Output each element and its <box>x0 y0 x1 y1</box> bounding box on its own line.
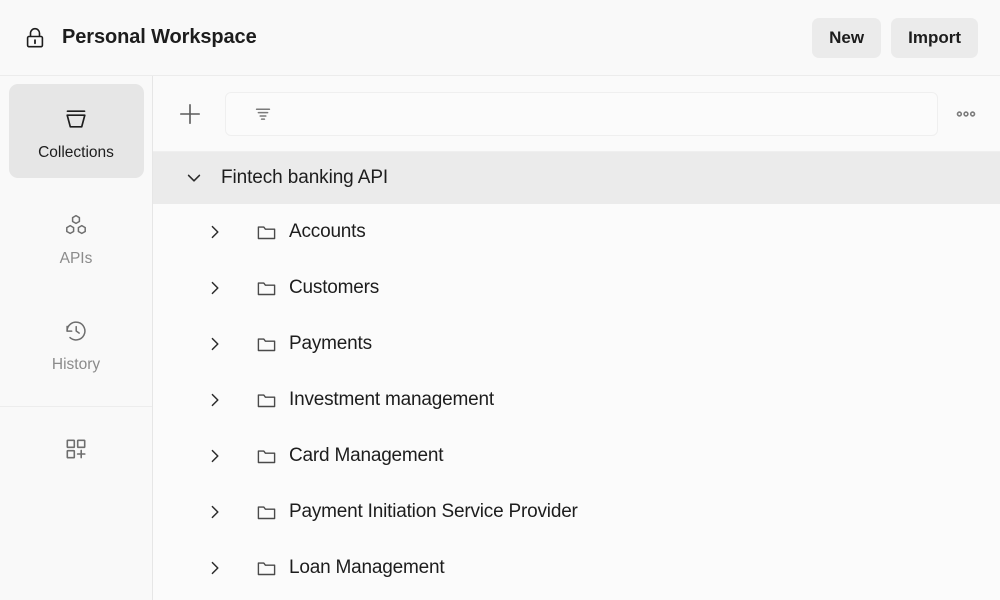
import-button[interactable]: Import <box>891 18 978 58</box>
app-body: Collections APIs <box>0 76 1000 600</box>
grid-plus-icon <box>59 432 93 466</box>
collections-toolbar <box>153 76 1000 152</box>
chevron-right-icon[interactable] <box>205 558 225 578</box>
apis-icon <box>59 208 93 242</box>
folder-icon <box>255 389 277 411</box>
chevron-right-icon[interactable] <box>205 390 225 410</box>
sidebar-item-apis[interactable]: APIs <box>9 190 144 284</box>
collections-icon <box>59 102 93 136</box>
folder-icon <box>255 445 277 467</box>
folder-name: Loan Management <box>289 557 444 579</box>
left-sidebar: Collections APIs <box>0 76 153 600</box>
more-options-icon[interactable] <box>946 95 986 133</box>
sidebar-item-label-history: History <box>52 357 100 373</box>
folder-row-payment-initiation-service-provider[interactable]: Payment Initiation Service Provider <box>153 484 1000 540</box>
sidebar-item-label-apis: APIs <box>60 251 93 267</box>
folder-icon <box>255 557 277 579</box>
folder-icon <box>255 501 277 523</box>
lock-icon <box>22 25 48 51</box>
chevron-right-icon[interactable] <box>205 446 225 466</box>
folder-row-investment-management[interactable]: Investment management <box>153 372 1000 428</box>
folder-row-customers[interactable]: Customers <box>153 260 1000 316</box>
folder-row-payments[interactable]: Payments <box>153 316 1000 372</box>
collection-name: Fintech banking API <box>221 167 388 189</box>
folder-name: Card Management <box>289 445 443 467</box>
folder-name: Customers <box>289 277 379 299</box>
workspace-app: Personal Workspace New Import Collection… <box>0 0 1000 600</box>
collection-row-fintech-banking-api[interactable]: Fintech banking API <box>153 152 1000 204</box>
folder-icon <box>255 333 277 355</box>
sidebar-item-collections[interactable]: Collections <box>9 84 144 178</box>
top-header-bar: Personal Workspace New Import <box>0 0 1000 76</box>
search-filter-box[interactable] <box>225 92 938 136</box>
chevron-down-icon[interactable] <box>183 167 205 189</box>
folder-name: Accounts <box>289 221 366 243</box>
chevron-right-icon[interactable] <box>205 334 225 354</box>
sidebar-add-apps-button[interactable] <box>0 406 152 500</box>
history-icon <box>59 314 93 348</box>
new-button[interactable]: New <box>812 18 881 58</box>
sidebar-item-label-collections: Collections <box>38 145 114 161</box>
folder-row-card-management[interactable]: Card Management <box>153 428 1000 484</box>
plus-icon[interactable] <box>171 95 209 133</box>
chevron-right-icon[interactable] <box>205 502 225 522</box>
collections-tree: Fintech banking API Accounts <box>153 152 1000 600</box>
folder-row-accounts[interactable]: Accounts <box>153 204 1000 260</box>
folder-name: Payment Initiation Service Provider <box>289 501 578 523</box>
main-panel: Fintech banking API Accounts <box>153 76 1000 600</box>
page-title: Personal Workspace <box>62 26 257 49</box>
chevron-right-icon[interactable] <box>205 278 225 298</box>
search-input[interactable] <box>284 93 925 135</box>
filter-icon <box>252 103 274 125</box>
sidebar-item-history[interactable]: History <box>9 296 144 390</box>
chevron-right-icon[interactable] <box>205 222 225 242</box>
folder-name: Payments <box>289 333 372 355</box>
folder-icon <box>255 221 277 243</box>
folder-row-loan-management[interactable]: Loan Management <box>153 540 1000 596</box>
folder-name: Investment management <box>289 389 494 411</box>
folder-icon <box>255 277 277 299</box>
